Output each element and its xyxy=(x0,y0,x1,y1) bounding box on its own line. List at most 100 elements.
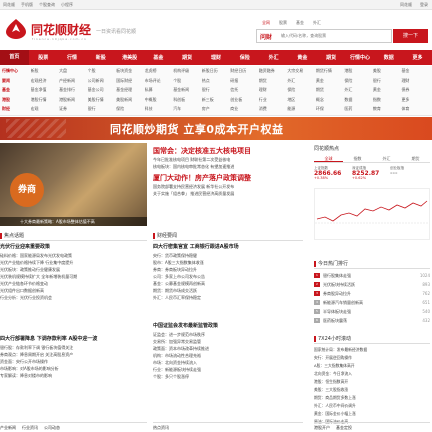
top-link[interactable]: 同花顺 xyxy=(3,2,15,8)
subnav-link[interactable]: 宏观 xyxy=(31,106,60,115)
rank-item[interactable]: 4 新能源汽车销量创新高 651 xyxy=(314,298,430,307)
subnav-link[interactable]: 黄金 xyxy=(316,78,345,87)
subnav-link[interactable]: 外汇 xyxy=(287,78,316,87)
news-headline[interactable]: 光伏行业迎来重要政策 xyxy=(0,243,147,252)
subnav-link[interactable]: 港股行情 xyxy=(31,97,60,106)
nav-item[interactable]: 行情 xyxy=(58,54,87,61)
rank-item[interactable]: 1 银行股集体走强 1024 xyxy=(314,271,430,280)
subnav-link[interactable]: 银行 xyxy=(88,106,117,115)
news-item[interactable]: 券商：券商板块异动拉升 xyxy=(153,266,303,273)
subnav-link[interactable]: 保险 xyxy=(116,106,145,115)
search-tab[interactable]: 全网 xyxy=(262,20,270,26)
subnav-link[interactable]: 宏观经济 xyxy=(31,78,60,87)
subnav-link[interactable]: 理财 xyxy=(259,87,288,96)
search-tab[interactable]: 股票 xyxy=(279,20,287,26)
news-item[interactable]: 硅料价格：国家能源局发布光伏发电政策 xyxy=(0,252,147,259)
headline[interactable]: 厦门大动作！房产落户政策调整 xyxy=(153,173,303,183)
top-link[interactable]: 个股查询 xyxy=(39,2,55,8)
index-mini-chart[interactable] xyxy=(314,188,430,240)
headline[interactable]: 国常会：决定核准五大核电项目 xyxy=(153,146,303,156)
nav-item[interactable]: 新股 xyxy=(86,54,115,61)
feed-item[interactable]: 美股：三大股指收涨 xyxy=(314,386,430,394)
news-item[interactable]: 交易所：加强异常交易监管 xyxy=(153,338,303,345)
bottom-tab[interactable]: 港股开户 xyxy=(314,425,330,432)
news-item[interactable]: 外汇：人民币汇率保持稳定 xyxy=(153,294,303,301)
subnav-link[interactable]: 银行 xyxy=(202,87,231,96)
subnav-link[interactable]: 能源 xyxy=(287,106,316,115)
news-headline[interactable]: 中国证监会发布最新监管政策 xyxy=(153,322,303,331)
subnav-link[interactable]: 美股新闻 xyxy=(116,97,145,106)
nav-item[interactable]: 理财 xyxy=(202,54,231,61)
news-item[interactable]: 央行：货币政策保持稳健 xyxy=(153,252,303,259)
news-item[interactable]: 光伏板块：政策推动行业健康发展 xyxy=(0,266,147,273)
bottom-tab[interactable]: 产业新闻 xyxy=(0,425,16,432)
feed-item[interactable]: 北向资金：今日净流入 xyxy=(314,370,430,378)
news-item[interactable]: 光伏组件出口数据创新高 xyxy=(0,287,147,294)
promo-banner[interactable]: 同花顺炒期货 立享0成本开户权益 xyxy=(0,117,432,140)
subnav-link[interactable]: 更多 xyxy=(401,97,430,106)
feed-item[interactable]: 期货：商品期货多数上涨 xyxy=(314,394,430,402)
index-card[interactable]: 深证成指 8252.87 +0.62% xyxy=(352,166,386,181)
subnav-link[interactable]: 指数 xyxy=(373,97,402,106)
subnav-link[interactable]: 期货行情 xyxy=(316,68,345,77)
news-item[interactable]: 基金：公募基金规模再创新高 xyxy=(153,280,303,287)
nav-item[interactable]: 股票 xyxy=(29,54,58,61)
news-headline[interactable]: 四大行密集官宣 工商银行跟进A股市场 xyxy=(153,243,303,252)
index-card[interactable]: 创业板指 --- xyxy=(390,166,424,181)
bottom-tab[interactable]: 行业资讯 xyxy=(22,425,38,432)
news-item[interactable]: 券商观点：降息周期开启 关注高股息资产 xyxy=(0,351,147,358)
subnav-link[interactable]: 大盘 xyxy=(59,68,88,77)
subnav-link[interactable]: 国际财经 xyxy=(116,78,145,87)
feed-item[interactable]: 黄金：国际金价小幅上涨 xyxy=(314,410,430,418)
news-item[interactable]: 市场影响：对A股市场的影响分析 xyxy=(0,365,147,372)
feed-item[interactable]: A股：三大指数集体高开 xyxy=(314,362,430,370)
logo-icon[interactable] xyxy=(4,18,28,40)
subnav-lead[interactable]: 行情中心 xyxy=(2,68,31,77)
news-item[interactable]: 期货：期货市场成交活跃 xyxy=(153,287,303,294)
subnav-link[interactable]: 个股 xyxy=(88,68,117,77)
subnav-link[interactable]: 板块资金 xyxy=(116,68,145,77)
subnav-link[interactable]: 美股行情 xyxy=(88,97,117,106)
subnav-lead[interactable]: 财经 xyxy=(2,106,31,115)
headline-sub[interactable]: 国务院部署支持民营经济发展 新华社公开发布 xyxy=(153,183,303,190)
subnav-link[interactable]: 教育 xyxy=(373,106,402,115)
news-item[interactable]: 市场：北向资金持续流入 xyxy=(153,359,303,366)
panel-tab[interactable]: 全球 xyxy=(314,154,343,162)
subnav-link[interactable]: 新股 xyxy=(31,68,60,77)
subnav-link[interactable]: 商业 xyxy=(230,106,259,115)
news-headline[interactable]: 四大行部署降息 下调存款利率 A股中迎一波 xyxy=(0,335,147,344)
news-item[interactable]: 资金面：央行公开市场操作 xyxy=(0,358,147,365)
subnav-link[interactable]: 新三板 xyxy=(202,97,231,106)
rank-item[interactable]: 6 医药板块震荡 432 xyxy=(314,316,430,325)
subnav-link[interactable]: 证券 xyxy=(59,106,88,115)
subnav-link[interactable]: 银行 xyxy=(373,78,402,87)
news-item[interactable]: 机构：市场流动性合理充裕 xyxy=(153,352,303,359)
subnav-link[interactable]: 港股 xyxy=(344,68,373,77)
index-card[interactable]: 上证指数 2866.66 +0.38% xyxy=(314,166,348,181)
search-input[interactable] xyxy=(281,33,371,38)
subnav-link[interactable]: 热点 xyxy=(202,78,231,87)
news-item[interactable]: 行业：新能源板块持续走强 xyxy=(153,366,303,373)
subnav-link[interactable]: 信托 xyxy=(230,87,259,96)
feed-item[interactable]: 央行：开展逆回购操作 xyxy=(314,354,430,362)
subnav-link[interactable]: 市场评论 xyxy=(145,78,174,87)
nav-item[interactable]: 期货 xyxy=(317,54,346,61)
news-item[interactable]: 公司：多家上市公司发布公告 xyxy=(153,273,303,280)
subnav-link[interactable]: 理财 xyxy=(401,78,430,87)
feed-item[interactable]: 国家统计局：发布最新经济数据 xyxy=(314,346,430,354)
brand-name[interactable]: 同花顺财经 xyxy=(31,21,91,38)
photo-caption[interactable]: 十大券商最新策略：A股市场整体估值不高 xyxy=(0,217,147,226)
subnav-link[interactable]: 地区 xyxy=(287,97,316,106)
subnav-link[interactable]: 大宗交易 xyxy=(287,68,316,77)
subnav-link[interactable]: 产经新闻 xyxy=(59,78,88,87)
news-item[interactable]: 行业分析：光伏行业投资机会 xyxy=(0,294,147,301)
news-item[interactable]: 光伏装机规模持续扩大 全年新增装机量可期 xyxy=(0,273,147,280)
subnav-link[interactable]: 基金 xyxy=(401,68,430,77)
subnav-link[interactable]: 保险 xyxy=(344,78,373,87)
search-tab[interactable]: 外汇 xyxy=(313,20,321,26)
subnav-link[interactable]: 融资融券 xyxy=(259,68,288,77)
login-link[interactable]: 登录 xyxy=(420,2,428,8)
bottom-tab[interactable]: 公司动态 xyxy=(44,425,60,432)
subnav-link[interactable]: 基金新闻 xyxy=(173,87,202,96)
subnav-link[interactable]: 基金净值 xyxy=(31,87,60,96)
